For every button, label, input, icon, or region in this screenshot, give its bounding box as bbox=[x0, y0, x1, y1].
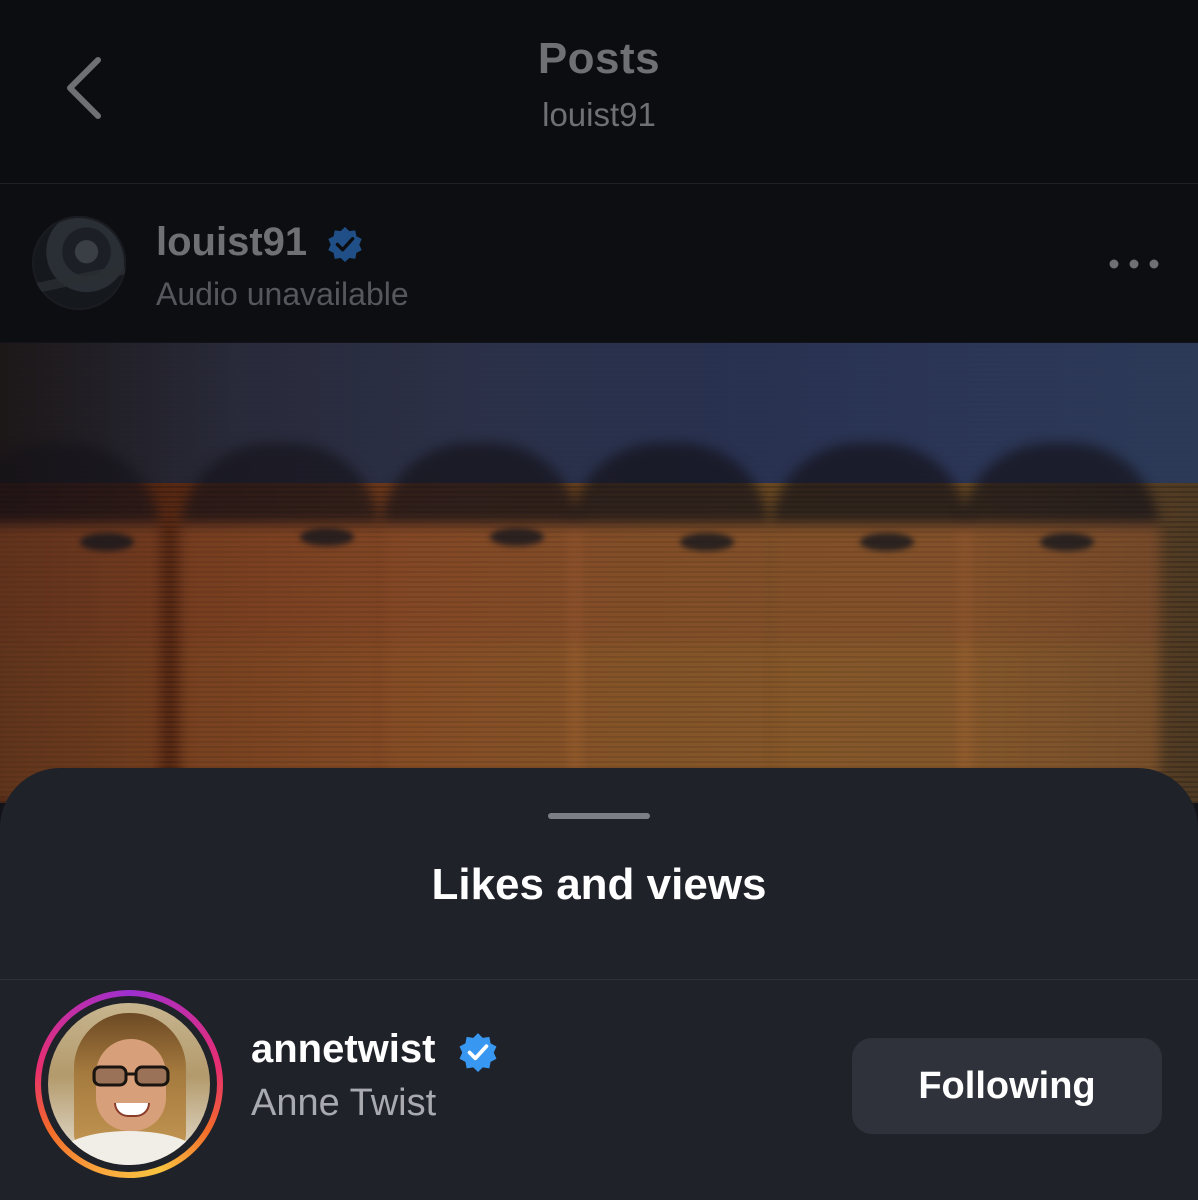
media-eye bbox=[490, 528, 544, 546]
audio-status: Audio unavailable bbox=[156, 276, 409, 312]
media-face-frame bbox=[960, 443, 1160, 803]
media-eye bbox=[1040, 533, 1094, 551]
liker-username[interactable]: annetwist bbox=[251, 1027, 435, 1072]
screen: Posts louist91 louist91 Audio unavailabl… bbox=[0, 0, 1198, 1200]
media-face-frame bbox=[770, 443, 970, 803]
story-ring[interactable] bbox=[35, 990, 223, 1178]
liker-row[interactable]: annetwist Anne Twist Following bbox=[0, 980, 1198, 1200]
media-face-frame bbox=[0, 443, 160, 803]
verified-badge-icon bbox=[328, 226, 362, 263]
media-face-frame bbox=[380, 443, 580, 803]
following-button[interactable]: Following bbox=[852, 1038, 1162, 1134]
avatar bbox=[48, 1003, 210, 1165]
verified-badge-icon bbox=[459, 1033, 497, 1072]
more-horizontal-icon bbox=[1109, 259, 1159, 269]
media-eye bbox=[860, 533, 914, 551]
page-subtitle: louist91 bbox=[542, 96, 656, 133]
author-avatar[interactable] bbox=[32, 216, 126, 310]
sheet-drag-handle[interactable] bbox=[548, 813, 650, 819]
avatar-glasses bbox=[92, 1065, 170, 1087]
post-media[interactable] bbox=[0, 343, 1198, 803]
liker-full-name: Anne Twist bbox=[251, 1082, 437, 1124]
media-eye bbox=[300, 528, 354, 546]
media-face-frame bbox=[180, 443, 380, 803]
sheet-title: Likes and views bbox=[431, 860, 767, 909]
more-options-button[interactable] bbox=[1104, 248, 1164, 280]
author-username[interactable]: louist91 bbox=[156, 220, 307, 265]
header: Posts louist91 bbox=[0, 0, 1198, 184]
media-eye bbox=[80, 533, 134, 551]
likes-sheet: Likes and views annetwist Anne Twist Fol… bbox=[0, 768, 1198, 1200]
page-title: Posts bbox=[537, 34, 661, 83]
media-face-frame bbox=[570, 443, 770, 803]
media-eye bbox=[680, 533, 734, 551]
